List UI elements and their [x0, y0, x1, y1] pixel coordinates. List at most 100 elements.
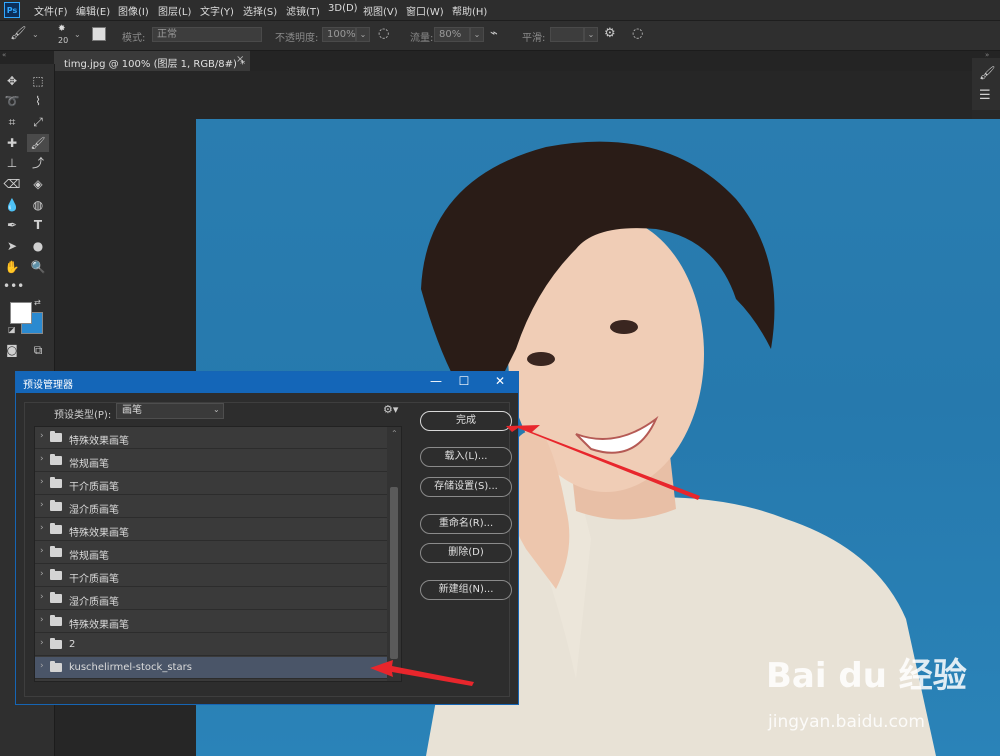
- expand-chevron-icon[interactable]: ›: [40, 477, 44, 487]
- flow-field[interactable]: 80%: [434, 27, 470, 42]
- close-icon[interactable]: ✕: [490, 374, 510, 388]
- expand-chevron-icon[interactable]: ›: [40, 523, 44, 533]
- list-item[interactable]: › 特殊效果画笔: [35, 519, 387, 541]
- paint-bucket-tool-icon[interactable]: ◈: [29, 176, 47, 192]
- type-tool-icon[interactable]: T: [29, 217, 47, 233]
- brush-tool-icon-active[interactable]: 🖌: [27, 134, 49, 152]
- scrollbar-thumb[interactable]: [390, 487, 398, 659]
- scroll-up-icon[interactable]: ⌃: [391, 429, 398, 438]
- default-colors-icon[interactable]: ◪: [8, 325, 16, 334]
- list-item[interactable]: › 常规画笔: [35, 450, 387, 472]
- zoom-tool-icon[interactable]: 🔍: [29, 259, 47, 275]
- pen-tool-icon[interactable]: ✒: [3, 217, 21, 233]
- foreground-color-swatch[interactable]: [10, 302, 32, 324]
- airbrush-icon[interactable]: ⌁: [490, 26, 498, 41]
- preset-manager-dialog: 预设管理器 — ☐ ✕ 预设类型(P): 画笔 ⌄ ⚙▾ › 特殊效果画笔 › …: [15, 371, 519, 705]
- rename-button[interactable]: 重命名(R)...: [420, 514, 512, 534]
- crop-tool-icon[interactable]: ⌗: [3, 114, 21, 130]
- move-tool-icon[interactable]: ✥: [3, 73, 21, 89]
- blur-tool-icon[interactable]: 💧: [3, 197, 21, 213]
- ellipse-tool-icon[interactable]: ●: [29, 238, 47, 254]
- clone-stamp-tool-icon[interactable]: ⊥: [3, 155, 21, 171]
- collapse-toolbar-icon[interactable]: «: [2, 51, 6, 59]
- pressure-opacity-icon[interactable]: ◌: [378, 26, 389, 41]
- menu-file[interactable]: 文件(F): [34, 3, 68, 18]
- brush-tip-icon[interactable]: ✸: [58, 24, 66, 34]
- more-tools-icon[interactable]: •••: [3, 278, 24, 294]
- quick-selection-tool-icon[interactable]: ⌇: [29, 93, 47, 109]
- save-set-button[interactable]: 存储设置(S)...: [420, 477, 512, 497]
- list-item[interactable]: › 特殊效果画笔: [35, 611, 387, 633]
- brush-tool-icon[interactable]: 🖌: [10, 26, 27, 41]
- minimize-icon[interactable]: —: [426, 374, 446, 388]
- list-item[interactable]: › 2: [35, 634, 387, 656]
- brush-settings-icon[interactable]: 🖌: [979, 66, 996, 81]
- menu-filter[interactable]: 滤镜(T): [286, 3, 320, 18]
- smoothing-gear-icon[interactable]: ⚙: [604, 26, 616, 41]
- pressure-size-icon[interactable]: ◌: [632, 26, 643, 41]
- expand-chevron-icon[interactable]: ›: [40, 431, 44, 441]
- quick-mask-icon[interactable]: ◙: [3, 342, 21, 358]
- smoothing-dropdown-icon[interactable]: ⌄: [584, 27, 598, 42]
- dialog-title: 预设管理器: [23, 380, 73, 391]
- menu-view[interactable]: 视图(V): [363, 3, 398, 18]
- list-item[interactable]: › 干介质画笔: [35, 473, 387, 495]
- brush-panel-icon[interactable]: [92, 27, 106, 41]
- preset-type-select[interactable]: 画笔: [116, 403, 224, 419]
- expand-chevron-icon[interactable]: ›: [40, 661, 44, 671]
- scroll-down-icon[interactable]: ⌄: [391, 665, 398, 674]
- expand-chevron-icon[interactable]: ›: [40, 546, 44, 556]
- menu-select[interactable]: 选择(S): [243, 3, 277, 18]
- dodge-tool-icon[interactable]: ◍: [29, 197, 47, 213]
- maximize-icon[interactable]: ☐: [454, 374, 474, 388]
- list-item[interactable]: › 湿介质画笔: [35, 496, 387, 518]
- opacity-field[interactable]: 100%: [322, 27, 356, 42]
- done-button[interactable]: 完成: [420, 411, 512, 431]
- menu-window[interactable]: 窗口(W): [406, 3, 444, 18]
- preset-type-chevron-icon[interactable]: ⌄: [213, 405, 220, 414]
- eraser-tool-icon[interactable]: ⌫: [3, 176, 21, 192]
- menu-3d[interactable]: 3D(D): [328, 3, 358, 14]
- menu-image[interactable]: 图像(I): [118, 3, 149, 18]
- delete-button[interactable]: 删除(D): [420, 543, 512, 563]
- adjustments-sliders-icon[interactable]: ☰: [979, 88, 991, 103]
- list-item[interactable]: › 湿介质画笔: [35, 588, 387, 610]
- history-brush-tool-icon[interactable]: ⤴: [29, 155, 47, 171]
- lasso-tool-icon[interactable]: ➰: [3, 93, 21, 109]
- expand-chevron-icon[interactable]: ›: [40, 569, 44, 579]
- eyedropper-tool-icon[interactable]: ⤢: [29, 114, 47, 130]
- expand-chevron-icon[interactable]: ›: [40, 500, 44, 510]
- opacity-dropdown-icon[interactable]: ⌄: [356, 27, 370, 42]
- menu-type[interactable]: 文字(Y): [200, 3, 234, 18]
- preset-gear-menu-icon[interactable]: ⚙▾: [383, 403, 398, 416]
- document-tab[interactable]: timg.jpg @ 100% (图层 1, RGB/8#) * ×: [54, 51, 250, 71]
- brush-picker-chevron-icon[interactable]: ⌄: [74, 30, 81, 39]
- menu-edit[interactable]: 编辑(E): [76, 3, 110, 18]
- list-item[interactable]: › 干介质画笔: [35, 565, 387, 587]
- tool-preset-chevron-icon[interactable]: ⌄: [32, 30, 39, 39]
- folder-icon: [50, 615, 62, 626]
- load-button[interactable]: 载入(L)...: [420, 447, 512, 467]
- screen-mode-icon[interactable]: ⧉: [29, 342, 47, 358]
- menu-layer[interactable]: 图层(L): [158, 3, 191, 18]
- mode-select[interactable]: 正常: [152, 27, 262, 42]
- expand-chevron-icon[interactable]: ›: [40, 638, 44, 648]
- marquee-tool-icon[interactable]: ⬚: [29, 73, 47, 89]
- healing-brush-tool-icon[interactable]: ✚: [3, 135, 21, 151]
- flow-dropdown-icon[interactable]: ⌄: [470, 27, 484, 42]
- path-selection-tool-icon[interactable]: ➤: [3, 238, 21, 254]
- smoothing-field[interactable]: [550, 27, 584, 42]
- dialog-title-bar[interactable]: 预设管理器 — ☐ ✕: [16, 372, 518, 393]
- hand-tool-icon[interactable]: ✋: [3, 259, 21, 275]
- list-item[interactable]: › 常规画笔: [35, 542, 387, 564]
- list-item[interactable]: › 特殊效果画笔: [35, 427, 387, 449]
- expand-chevron-icon[interactable]: ›: [40, 592, 44, 602]
- document-tab-close-icon[interactable]: ×: [236, 54, 244, 65]
- expand-chevron-icon[interactable]: ›: [40, 454, 44, 464]
- list-item-selected[interactable]: › kuschelirmel-stock_stars: [35, 657, 387, 679]
- swap-colors-icon[interactable]: ⇄: [34, 298, 41, 307]
- preset-list[interactable]: › 特殊效果画笔 › 常规画笔 › 干介质画笔 › 湿介质画笔 › 特殊效果画笔…: [34, 426, 402, 682]
- menu-help[interactable]: 帮助(H): [452, 3, 487, 18]
- expand-chevron-icon[interactable]: ›: [40, 615, 44, 625]
- new-group-button[interactable]: 新建组(N)...: [420, 580, 512, 600]
